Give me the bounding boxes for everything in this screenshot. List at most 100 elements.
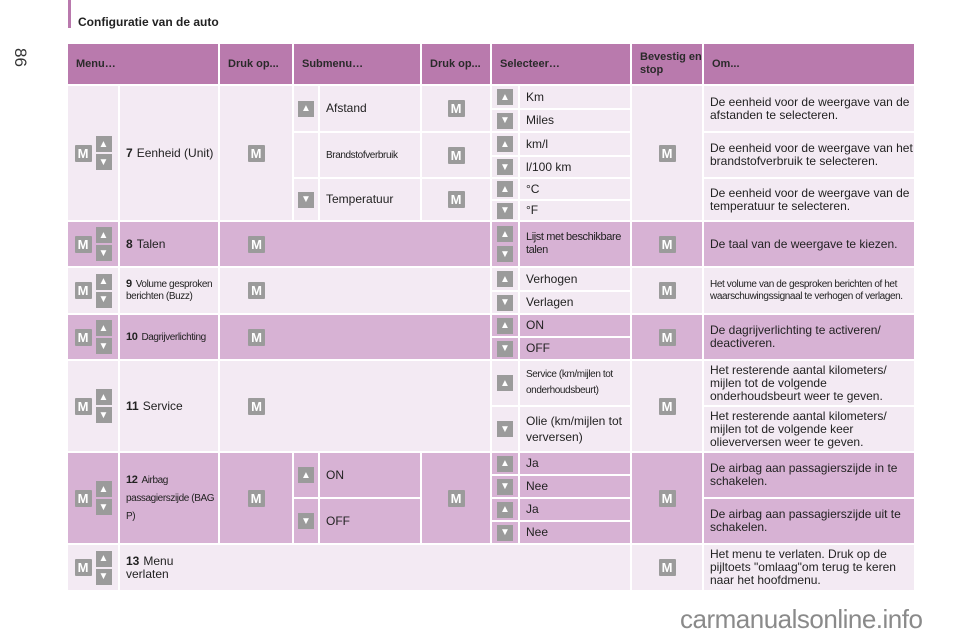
page-title: Configuratie van de auto <box>78 15 219 29</box>
m-button-icon[interactable]: M <box>447 489 465 507</box>
row7-menu-label: 7 Eenheid (Unit) <box>120 86 218 220</box>
down-arrow-icon[interactable]: ▼ <box>497 478 513 495</box>
m-button-icon[interactable]: M <box>658 559 676 576</box>
option-off: OFF <box>520 338 630 359</box>
description: De airbag aan passagierszijde in te scha… <box>704 453 914 497</box>
down-arrow-icon[interactable]: ▼ <box>497 246 513 262</box>
description: De airbag aan passagierszijde uit te sch… <box>704 499 914 543</box>
row12-press-cell: M <box>220 453 292 543</box>
submenu-on: ON <box>320 453 420 497</box>
down-arrow-icon[interactable]: ▼ <box>95 154 112 170</box>
down-arrow-icon[interactable]: ▼ <box>497 294 513 311</box>
up-arrow-icon[interactable]: ▲ <box>95 320 112 336</box>
up-arrow-icon[interactable]: ▲ <box>497 89 513 105</box>
watermark: carmanualsonline.info <box>680 604 923 634</box>
up-arrow-icon[interactable]: ▲ <box>298 100 314 117</box>
m-button-icon[interactable]: M <box>74 559 92 576</box>
m-button-icon[interactable]: M <box>658 489 676 507</box>
up-arrow-icon[interactable]: ▲ <box>95 481 112 497</box>
down-arrow-icon[interactable]: ▼ <box>95 291 112 308</box>
option-ja: Ja <box>520 499 630 520</box>
m-button-icon[interactable]: M <box>658 144 676 162</box>
menu-label: Service <box>142 398 183 413</box>
m-button-icon[interactable]: M <box>74 282 92 299</box>
up-arrow-icon[interactable]: ▲ <box>95 273 112 290</box>
up-arrow-icon[interactable]: ▲ <box>497 181 513 197</box>
option-service: Service (km/mijlen tot onderhoudsbeurt) <box>520 361 630 405</box>
row13-menu-label: 13 Menu verlaten <box>120 545 630 590</box>
up-arrow-icon[interactable]: ▲ <box>497 226 513 242</box>
up-arrow-icon[interactable]: ▲ <box>95 136 112 152</box>
m-button-icon[interactable]: M <box>447 146 465 164</box>
m-button-icon[interactable]: M <box>658 235 676 253</box>
up-arrow-cell: ▲ <box>492 133 518 155</box>
row7-nav-cell: M ▲ ▼ <box>68 86 118 220</box>
option-celsius: °C <box>520 179 630 199</box>
header-confirm: Bevestig en stop <box>632 44 702 84</box>
up-arrow-icon[interactable]: ▲ <box>95 550 112 567</box>
row10-nav-cell: M ▲ ▼ <box>68 315 118 359</box>
m-button-icon[interactable]: M <box>247 144 265 162</box>
option-on: ON <box>520 315 630 336</box>
down-arrow-icon[interactable]: ▼ <box>497 340 513 357</box>
up-arrow-cell: ▲ <box>294 86 318 131</box>
row11-nav-cell: M ▲ ▼ <box>68 361 118 451</box>
up-arrow-icon[interactable]: ▲ <box>95 389 112 405</box>
down-arrow-icon[interactable]: ▼ <box>95 568 112 585</box>
m-button-icon[interactable]: M <box>74 328 92 346</box>
submenu-temperatuur: Temperatuur <box>320 179 420 220</box>
m-button-icon[interactable]: M <box>248 235 265 253</box>
up-arrow-icon[interactable]: ▲ <box>497 455 513 472</box>
menu-label: Airbag passagierszijde (BAG P) <box>126 474 215 522</box>
option-fahrenheit: °F <box>520 201 630 220</box>
m-button-icon[interactable]: M <box>248 328 265 346</box>
m-button-icon[interactable]: M <box>447 191 465 208</box>
up-arrow-icon[interactable]: ▲ <box>298 467 314 483</box>
up-arrow-icon[interactable]: ▲ <box>497 501 513 518</box>
m-button-icon[interactable]: M <box>658 328 676 346</box>
submenu-afstand: Afstand <box>320 86 420 131</box>
m-button-icon[interactable]: M <box>248 397 265 415</box>
m-button-icon[interactable]: M <box>247 489 265 507</box>
up-arrow-icon[interactable]: ▲ <box>497 375 513 391</box>
down-arrow-icon[interactable]: ▼ <box>497 159 513 175</box>
empty-arrow-cell <box>294 133 318 177</box>
down-arrow-icon[interactable]: ▼ <box>497 112 513 129</box>
m-button-icon[interactable]: M <box>447 100 465 117</box>
m-button-icon[interactable]: M <box>248 282 265 299</box>
m-button-icon[interactable]: M <box>658 397 676 415</box>
up-arrow-icon[interactable]: ▲ <box>497 317 513 334</box>
option-ja: Ja <box>520 453 630 474</box>
description: De taal van de weergave te kiezen. <box>704 222 914 266</box>
up-arrow-cell: ▲ <box>294 453 318 497</box>
menu-number: 13 <box>126 553 140 568</box>
down-arrow-icon[interactable]: ▼ <box>497 524 513 541</box>
up-arrow-icon[interactable]: ▲ <box>497 271 513 287</box>
up-arrow-icon[interactable]: ▲ <box>497 136 513 152</box>
m-button-icon[interactable]: M <box>74 397 92 415</box>
option-language-list: Lijst met beschikbare talen <box>520 222 630 266</box>
down-arrow-icon[interactable]: ▼ <box>95 245 112 261</box>
menu-label: Volume gesproken berichten (Buzz) <box>126 279 213 302</box>
option-verhogen: Verhogen <box>520 268 630 290</box>
m-button-icon[interactable]: M <box>74 489 92 507</box>
row13-nav-cell: M ▲ ▼ <box>68 545 118 590</box>
menu-number: 8 <box>126 236 133 251</box>
row9-nav-cell: M ▲ ▼ <box>68 268 118 313</box>
menu-label: Dagrijverlichting <box>141 331 206 343</box>
up-arrow-cell: ▲ <box>492 179 518 199</box>
down-arrow-cell: ▼ <box>492 522 518 543</box>
down-arrow-icon[interactable]: ▼ <box>497 421 513 437</box>
up-arrow-icon[interactable]: ▲ <box>95 227 112 243</box>
description: De eenheid voor de weergave van de tempe… <box>704 179 914 220</box>
m-button-icon[interactable]: M <box>74 235 92 253</box>
m-button-icon[interactable]: M <box>74 144 92 162</box>
down-arrow-icon[interactable]: ▼ <box>95 338 112 354</box>
down-arrow-icon[interactable]: ▼ <box>497 202 513 219</box>
down-arrow-icon[interactable]: ▼ <box>298 513 314 529</box>
up-arrow-cell: ▲ <box>492 86 518 108</box>
down-arrow-icon[interactable]: ▼ <box>95 407 112 423</box>
down-arrow-icon[interactable]: ▼ <box>298 191 314 208</box>
down-arrow-icon[interactable]: ▼ <box>95 499 112 515</box>
m-button-icon[interactable]: M <box>658 282 676 299</box>
